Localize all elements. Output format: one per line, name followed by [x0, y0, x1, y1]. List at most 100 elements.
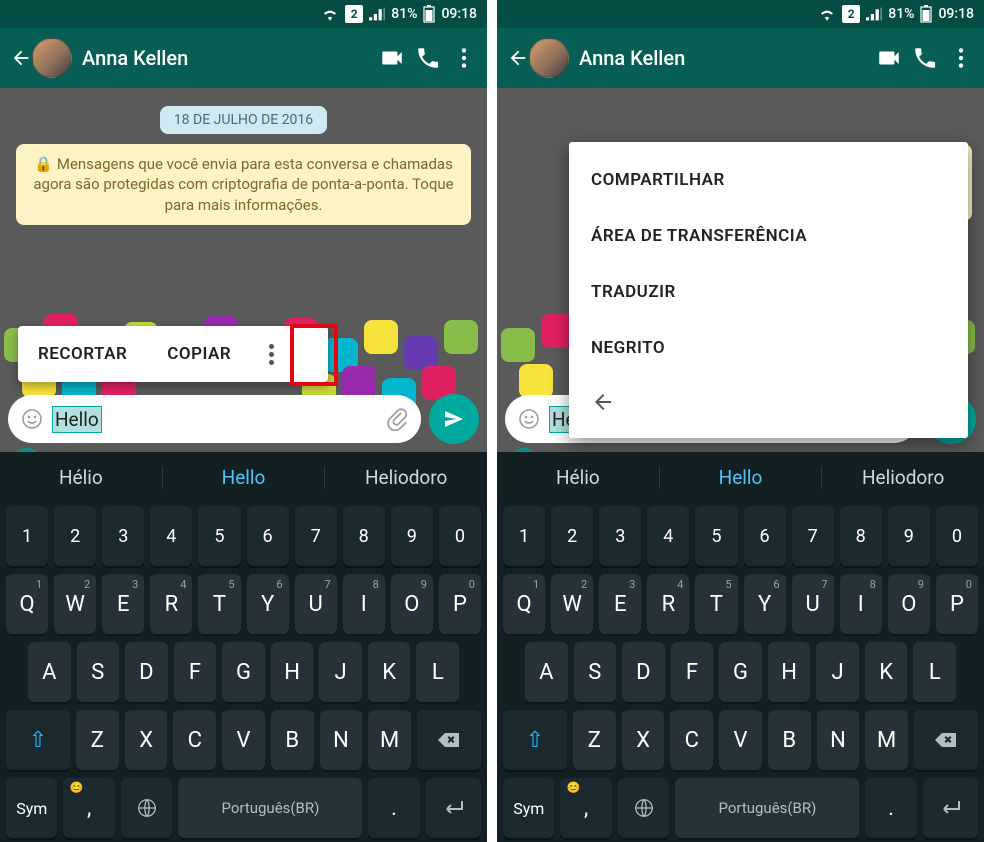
suggestion-1[interactable]: Hélio — [497, 466, 660, 489]
key-o[interactable]: 9O — [391, 574, 433, 634]
key-c[interactable]: C — [670, 710, 713, 770]
emoji-icon[interactable] — [20, 407, 44, 431]
key-0[interactable]: 0 — [936, 506, 978, 566]
lang-key[interactable] — [121, 778, 172, 838]
key-p[interactable]: 0P — [936, 574, 978, 634]
key-d[interactable]: D — [622, 642, 665, 702]
key-6[interactable]: 6 — [744, 506, 786, 566]
menu-bold[interactable]: NEGRITO — [569, 320, 968, 376]
key-k[interactable]: K — [865, 642, 908, 702]
key-6[interactable]: 6 — [247, 506, 289, 566]
emoji-icon[interactable] — [517, 407, 541, 431]
key-w[interactable]: 2W — [54, 574, 96, 634]
key-x[interactable]: X — [125, 710, 168, 770]
back-button[interactable] — [10, 38, 72, 78]
key-e[interactable]: 3E — [599, 574, 641, 634]
key-h[interactable]: H — [271, 642, 314, 702]
key-b[interactable]: B — [768, 710, 811, 770]
contact-name[interactable]: Anna Kellen — [579, 46, 866, 70]
key-a[interactable]: A — [525, 642, 568, 702]
suggestion-3[interactable]: Heliodoro — [822, 466, 984, 489]
key-j[interactable]: J — [816, 642, 859, 702]
key-q[interactable]: 1Q — [6, 574, 48, 634]
key-b[interactable]: B — [271, 710, 314, 770]
videocall-icon[interactable] — [876, 45, 902, 71]
copy-option[interactable]: COPIAR — [147, 344, 251, 364]
key-f[interactable]: F — [174, 642, 217, 702]
key-0[interactable]: 0 — [439, 506, 481, 566]
contact-name[interactable]: Anna Kellen — [82, 46, 369, 70]
backspace-key[interactable] — [417, 710, 481, 770]
key-5[interactable]: 5 — [198, 506, 240, 566]
key-x[interactable]: X — [622, 710, 665, 770]
avatar[interactable] — [529, 38, 569, 78]
key-r[interactable]: 4R — [150, 574, 192, 634]
key-s[interactable]: S — [77, 642, 120, 702]
key-e[interactable]: 3E — [102, 574, 144, 634]
space-key[interactable]: Português(BR) — [675, 778, 859, 838]
period-key[interactable]: . — [865, 778, 916, 838]
key-9[interactable]: 9 — [888, 506, 930, 566]
comma-key[interactable]: ,😊 — [63, 778, 114, 838]
key-t[interactable]: 5T — [198, 574, 240, 634]
suggestion-1[interactable]: Hélio — [0, 466, 163, 489]
suggestion-2[interactable]: Hello — [660, 466, 823, 489]
key-p[interactable]: 0P — [439, 574, 481, 634]
sym-key[interactable]: Sym — [503, 778, 554, 838]
key-f[interactable]: F — [671, 642, 714, 702]
key-5[interactable]: 5 — [695, 506, 737, 566]
comma-key[interactable]: ,😊 — [560, 778, 611, 838]
key-v[interactable]: V — [222, 710, 265, 770]
key-g[interactable]: G — [222, 642, 265, 702]
key-8[interactable]: 8 — [343, 506, 385, 566]
key-h[interactable]: H — [768, 642, 811, 702]
key-z[interactable]: Z — [76, 710, 119, 770]
sym-key[interactable]: Sym — [6, 778, 57, 838]
key-q[interactable]: 1Q — [503, 574, 545, 634]
shift-key[interactable]: ⇧ — [6, 710, 70, 770]
key-4[interactable]: 4 — [647, 506, 689, 566]
key-3[interactable]: 3 — [102, 506, 144, 566]
videocall-icon[interactable] — [379, 45, 405, 71]
key-g[interactable]: G — [719, 642, 762, 702]
send-button[interactable] — [429, 394, 479, 444]
key-t[interactable]: 5T — [695, 574, 737, 634]
key-m[interactable]: M — [865, 710, 908, 770]
key-2[interactable]: 2 — [551, 506, 593, 566]
key-v[interactable]: V — [719, 710, 762, 770]
suggestion-3[interactable]: Heliodoro — [325, 466, 487, 489]
key-d[interactable]: D — [125, 642, 168, 702]
avatar[interactable] — [32, 38, 72, 78]
menu-translate[interactable]: TRADUZIR — [569, 264, 968, 320]
key-n[interactable]: N — [817, 710, 860, 770]
key-1[interactable]: 1 — [6, 506, 48, 566]
key-a[interactable]: A — [28, 642, 71, 702]
key-l[interactable]: L — [913, 642, 956, 702]
key-7[interactable]: 7 — [295, 506, 337, 566]
key-j[interactable]: J — [319, 642, 362, 702]
key-1[interactable]: 1 — [503, 506, 545, 566]
more-vert-icon[interactable] — [451, 45, 477, 71]
key-9[interactable]: 9 — [391, 506, 433, 566]
back-button[interactable] — [507, 38, 569, 78]
key-c[interactable]: C — [173, 710, 216, 770]
key-y[interactable]: 6Y — [247, 574, 289, 634]
key-i[interactable]: 8I — [840, 574, 882, 634]
key-u[interactable]: 7U — [792, 574, 834, 634]
key-z[interactable]: Z — [573, 710, 616, 770]
key-l[interactable]: L — [416, 642, 459, 702]
key-r[interactable]: 4R — [647, 574, 689, 634]
key-y[interactable]: 6Y — [744, 574, 786, 634]
menu-back[interactable] — [569, 376, 968, 428]
phone-icon[interactable] — [415, 45, 441, 71]
key-o[interactable]: 9O — [888, 574, 930, 634]
key-k[interactable]: K — [368, 642, 411, 702]
menu-share[interactable]: COMPARTILHAR — [569, 152, 968, 208]
lang-key[interactable] — [618, 778, 669, 838]
more-vert-icon[interactable] — [948, 45, 974, 71]
encryption-notice[interactable]: 🔒Mensagens que você envia para esta conv… — [16, 144, 471, 225]
suggestion-2[interactable]: Hello — [163, 466, 326, 489]
period-key[interactable]: . — [368, 778, 419, 838]
space-key[interactable]: Português(BR) — [178, 778, 362, 838]
key-2[interactable]: 2 — [54, 506, 96, 566]
